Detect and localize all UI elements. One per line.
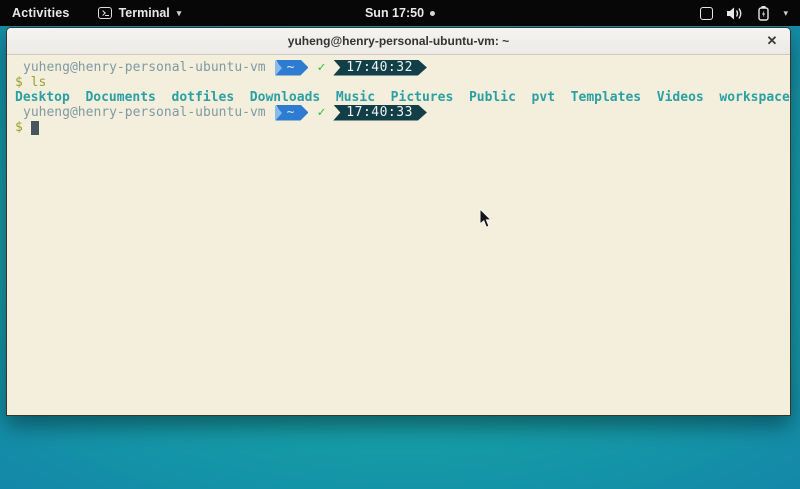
powerline-separator-icon [275,60,282,76]
status-check-icon: ✓ [317,60,325,75]
prompt-line: yuheng@henry-personal-ubuntu-vm ~ ✓ 17:4… [15,60,790,75]
activities-button[interactable]: Activities [12,6,70,20]
ls-entry: dotfiles [172,90,235,105]
clock-menu[interactable]: Sun 17:50 [365,6,435,20]
screen-icon [700,7,713,20]
chevron-down-icon: ▾ [783,9,788,18]
user-host: yuheng@henry-personal-ubuntu-vm [23,105,266,120]
ls-entry: Videos [657,90,704,105]
prompt-symbol: $ [15,120,23,135]
mouse-pointer-icon [479,208,493,229]
notification-dot-icon [430,11,435,16]
command-line: $ ls [15,75,790,90]
prompt-line: yuheng@henry-personal-ubuntu-vm ~ ✓ 17:4… [15,105,790,120]
command-text: ls [23,75,46,90]
ls-entry: Documents [85,90,155,105]
ls-entry: Templates [571,90,641,105]
volume-icon [727,7,744,20]
ls-entry: Desktop [15,90,70,105]
clock-label: Sun 17:50 [365,6,424,20]
powerline-separator-icon [275,105,282,121]
window-titlebar[interactable]: yuheng@henry-personal-ubuntu-vm: ~ ✕ [7,28,790,55]
time-label: 17:40:32 [346,60,413,75]
terminal-cursor [31,121,39,135]
ls-entry: Public [469,90,516,105]
prompt-symbol: $ [15,75,23,90]
top-bar: Activities Terminal ▾ Sun 17:50 ▾ [0,0,800,26]
terminal-window: yuheng@henry-personal-ubuntu-vm: ~ ✕ yuh… [6,27,791,416]
window-title: yuheng@henry-personal-ubuntu-vm: ~ [288,34,509,48]
desktop: Activities Terminal ▾ Sun 17:50 ▾ [0,0,800,489]
status-check-icon: ✓ [317,105,325,120]
app-menu-terminal[interactable]: Terminal ▾ [98,6,182,20]
system-status-area[interactable]: ▾ [700,6,788,21]
battery-charging-icon [758,6,769,21]
input-line[interactable]: $ [15,120,790,135]
ls-output: Desktop Documents dotfiles Downloads Music Pi… [15,90,790,105]
time-badge: 17:40:32 [333,60,427,76]
close-icon[interactable]: ✕ [762,31,782,51]
terminal-icon [98,7,112,19]
app-menu-label: Terminal [119,6,170,20]
cwd-label: ~ [287,105,295,120]
cwd-label: ~ [287,60,295,75]
time-label: 17:40:33 [346,105,413,120]
terminal-screen[interactable]: yuheng@henry-personal-ubuntu-vm ~ ✓ 17:4… [7,55,790,415]
chevron-down-icon: ▾ [177,9,182,18]
ls-entry: Pictures [391,90,454,105]
ls-entry: Downloads [250,90,320,105]
ls-entry: pvt [532,90,555,105]
ls-entry: Music [336,90,375,105]
ls-entry: workspace [719,90,789,105]
time-badge: 17:40:33 [333,105,427,121]
user-host: yuheng@henry-personal-ubuntu-vm [23,60,266,75]
